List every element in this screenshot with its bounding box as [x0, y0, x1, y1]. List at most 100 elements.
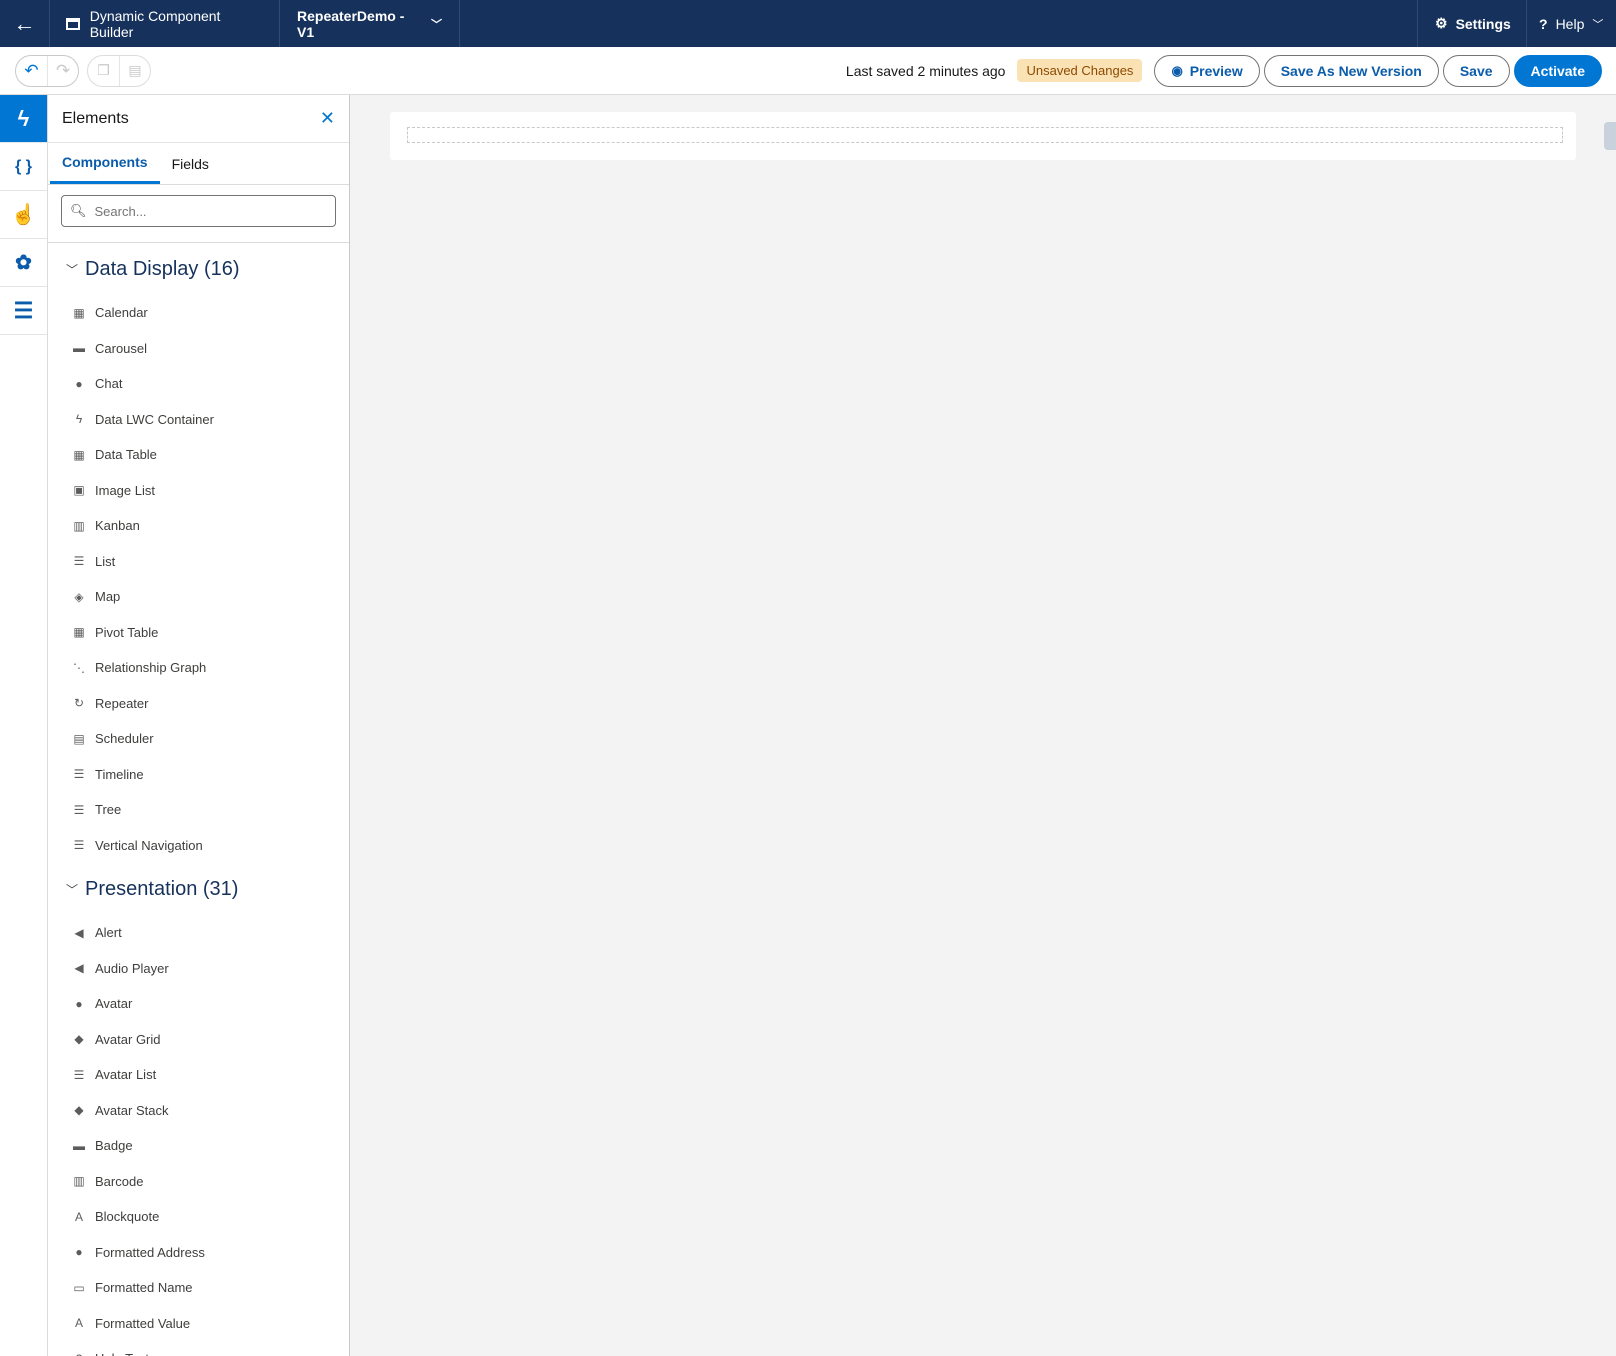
component-label: Formatted Value: [95, 1315, 191, 1331]
component-label: Avatar Stack: [95, 1102, 169, 1118]
component-item[interactable]: ▥ Kanban: [48, 508, 349, 544]
back-arrow-icon[interactable]: ←: [0, 0, 50, 47]
tab-fields[interactable]: Fields: [160, 143, 221, 184]
component-item[interactable]: ϟ Data LWC Container: [48, 402, 349, 438]
component-item[interactable]: ▣ Image List: [48, 473, 349, 509]
component-label: Avatar: [95, 996, 133, 1012]
component-item[interactable]: ● Formatted Address: [48, 1235, 349, 1271]
component-item[interactable]: A Formatted Value: [48, 1306, 349, 1342]
users-icon: ◆: [74, 1032, 84, 1047]
component-label: Avatar Grid: [95, 1031, 161, 1047]
component-label: Data Table: [95, 447, 157, 463]
save-as-new-version-button[interactable]: Save As New Version: [1263, 54, 1439, 87]
canvas-section[interactable]: [390, 112, 1576, 160]
component-label: Help Text: [95, 1351, 149, 1356]
kanban-icon: ▥: [73, 518, 85, 533]
elements-panel: Elements ✕ Components Fields 🔍︎ ﹀ Data Di…: [48, 95, 350, 1356]
palette-icon[interactable]: ✿: [0, 239, 47, 287]
component-item[interactable]: ◆ Avatar Stack: [48, 1093, 349, 1129]
right-panel-toggle[interactable]: [1604, 122, 1616, 150]
component-item[interactable]: ▦ Calendar: [48, 295, 349, 331]
activate-button[interactable]: Activate: [1513, 54, 1602, 87]
settings-button[interactable]: ⚙ Settings: [1417, 0, 1526, 47]
chevron-down-icon: ﹀: [431, 18, 442, 31]
chat-icon: ●: [75, 376, 83, 391]
component-item[interactable]: ▭ Formatted Name: [48, 1270, 349, 1306]
image-icon: ▣: [73, 483, 85, 498]
help-button[interactable]: ? Help ﹀: [1526, 0, 1616, 47]
component-item[interactable]: ▤ Scheduler: [48, 721, 349, 757]
undo-icon[interactable]: ↶: [16, 56, 47, 86]
component-label: Formatted Name: [95, 1280, 193, 1296]
speaker-icon: ◀: [74, 961, 84, 976]
component-label: Pivot Table: [95, 624, 159, 640]
component-item[interactable]: ▬ Carousel: [48, 331, 349, 367]
component-label: Carousel: [95, 340, 148, 356]
component-item[interactable]: ☰ Vertical Navigation: [48, 828, 349, 864]
component-item[interactable]: ● Chat: [48, 366, 349, 402]
component-item[interactable]: ☰ Avatar List: [48, 1057, 349, 1093]
unsaved-changes-badge: Unsaved Changes: [1017, 59, 1143, 82]
touch-icon[interactable]: ☝: [0, 191, 47, 239]
copy-icon[interactable]: ❐: [88, 56, 119, 86]
component-item[interactable]: ● Avatar: [48, 986, 349, 1022]
save-button[interactable]: Save: [1442, 54, 1510, 87]
search-box: 🔍︎: [61, 195, 336, 227]
bolt-icon: ϟ: [75, 412, 83, 427]
braces-icon[interactable]: { }: [0, 143, 47, 191]
component-item[interactable]: ▦ Pivot Table: [48, 615, 349, 651]
preview-button[interactable]: ◉ Preview: [1154, 54, 1260, 87]
component-item[interactable]: A Blockquote: [48, 1199, 349, 1235]
component-item[interactable]: ▥ Barcode: [48, 1164, 349, 1200]
component-item[interactable]: ◈ Map: [48, 579, 349, 615]
component-item[interactable]: ⋱ Relationship Graph: [48, 650, 349, 686]
component-item[interactable]: ◆ Avatar Grid: [48, 1022, 349, 1058]
drop-zone[interactable]: [407, 127, 1563, 143]
component-item[interactable]: ☰ Tree: [48, 792, 349, 828]
tab-components[interactable]: Components: [50, 143, 160, 184]
component-item[interactable]: ◀ Audio Player: [48, 951, 349, 987]
redo-icon[interactable]: ↷: [47, 55, 78, 86]
component-label: Repeater: [95, 695, 149, 711]
chevron-down-icon: ﹀: [66, 882, 79, 897]
component-label: Image List: [95, 482, 155, 498]
search-area: 🔍︎: [48, 185, 349, 243]
section-header[interactable]: ﹀ Presentation (31): [48, 863, 349, 915]
contact-card-icon: ▭: [73, 1280, 85, 1295]
top-bar: ← Dynamic Component Builder RepeaterDemo…: [0, 0, 1616, 47]
component-item[interactable]: ▬ Badge: [48, 1128, 349, 1164]
component-item[interactable]: ↻ Repeater: [48, 686, 349, 722]
search-input[interactable]: [94, 203, 325, 219]
search-icon: 🔍︎: [70, 203, 87, 218]
paste-icon[interactable]: ▤: [119, 55, 150, 86]
component-label: Calendar: [95, 305, 148, 321]
gear-icon: ⚙: [1435, 15, 1448, 31]
help-label: Help: [1555, 15, 1585, 32]
list-icon: ☰: [73, 1067, 85, 1082]
refresh-icon: ↻: [73, 696, 85, 711]
version-dropdown[interactable]: RepeaterDemo - V1 ﹀: [280, 0, 460, 47]
barcode-icon: ▥: [73, 1174, 85, 1189]
component-item[interactable]: ◀ Alert: [48, 915, 349, 951]
app-title: Dynamic Component Builder: [89, 7, 221, 40]
component-item[interactable]: ☰ List: [48, 544, 349, 580]
panel-tabs: Components Fields: [48, 143, 349, 185]
section-header[interactable]: ﹀ Data Display (16): [48, 243, 349, 295]
scheduler-icon: ▤: [73, 731, 85, 746]
panel-header: Elements ✕: [48, 95, 349, 143]
component-item[interactable]: ▦ Data Table: [48, 437, 349, 473]
left-rail: ϟ { } ☝ ✿ ☰: [0, 95, 48, 1356]
chevron-down-icon: ﹀: [1592, 18, 1604, 31]
component-label: Scheduler: [95, 731, 154, 747]
app-title-area: Dynamic Component Builder: [50, 0, 280, 47]
component-item[interactable]: ? Help Text: [48, 1341, 349, 1356]
close-icon[interactable]: ✕: [320, 108, 335, 129]
panel-title: Elements: [62, 109, 129, 127]
component-label: Blockquote: [95, 1209, 160, 1225]
component-list: ﹀ Data Display (16) ▦ Calendar ▬ Carousel ● Cha…: [48, 243, 349, 1356]
stack-icon: ◆: [74, 1103, 84, 1118]
component-item[interactable]: ☰ Timeline: [48, 757, 349, 793]
list-icon: ☰: [73, 838, 85, 853]
bolt-icon[interactable]: ϟ: [0, 95, 47, 143]
menu-icon[interactable]: ☰: [0, 287, 47, 335]
